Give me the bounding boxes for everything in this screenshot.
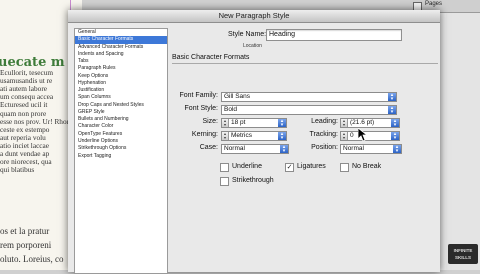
leading-label: Leading: [311,118,338,125]
category-item[interactable]: Basic Character Formats [75,36,167,44]
dialog-titlebar[interactable]: New Paragraph Style [68,10,440,23]
font-family-select[interactable]: Gill Sans ▴ ▾ [221,92,397,102]
new-paragraph-style-dialog: New Paragraph Style General Basic Charact… [68,10,440,274]
checkmark-icon: ✓ [286,164,293,171]
chevron-updown-icon: ▴ ▾ [388,93,396,102]
up-down-stepper-icon[interactable]: ▴ ▾ [222,119,229,127]
category-list[interactable]: General Basic Character Formats Advanced C… [74,28,168,274]
watermark-line-2: SKILLS [454,255,471,260]
watermark-line-1: INFINITE [453,248,473,253]
position-select[interactable]: Normal ▴ ▾ [340,144,402,154]
kerning-input[interactable]: ▴ ▾ Metrics ▴ ▾ [221,131,287,141]
chevron-updown-icon[interactable]: ▴ ▾ [278,132,286,141]
no-break-checkbox[interactable] [340,163,349,172]
right-background [446,0,480,270]
location-label: Location [243,43,262,49]
font-style-label: Font Style: [184,105,218,112]
chevron-updown-icon: ▴ ▾ [393,145,401,154]
document-text-line: rem porporeni [0,240,52,250]
chevron-updown-icon[interactable]: ▴ ▾ [278,119,286,128]
category-item[interactable]: Hyphenation [75,80,167,87]
leading-input[interactable]: ▴ ▾ (21.6 pt) ▴ ▾ [340,118,400,128]
case-select[interactable]: Normal ▴ ▾ [221,144,289,154]
category-item[interactable]: Paragraph Rules [75,65,167,72]
document-text-line: oluto. Loreius, co [0,254,64,264]
category-item[interactable]: Tabs [75,58,167,65]
ligatures-checkbox[interactable]: ✓ [285,163,294,172]
case-value: Normal [224,145,245,152]
tracking-value: 0 [350,132,354,139]
chevron-updown-icon[interactable]: ▴ ▾ [391,132,399,141]
no-break-label: No Break [352,163,382,170]
pages-panel-label[interactable]: Pages [425,1,442,7]
watermark-logo: INFINITE SKILLS [448,244,478,264]
font-family-label: Font Family: [179,92,218,99]
chevron-updown-icon: ▴ ▾ [388,106,396,115]
kerning-label: Kerning: [191,131,218,138]
category-item[interactable]: Underline Options [75,138,167,145]
underline-label: Underline [232,163,262,170]
category-item[interactable]: OpenType Features [75,131,167,138]
size-label: Size: [202,118,218,125]
font-style-value: Bold [224,106,238,113]
category-item[interactable]: Span Columns [75,94,167,101]
up-down-stepper-icon[interactable]: ▴ ▾ [341,119,348,127]
category-item[interactable]: Drop Caps and Nested Styles [75,102,167,109]
category-item[interactable]: Justification [75,87,167,94]
section-divider [172,63,438,64]
mouse-pointer-icon [358,128,368,142]
up-down-stepper-icon[interactable]: ▴ ▾ [222,132,229,140]
category-item[interactable]: Advanced Character Formats [75,44,167,51]
position-label: Position: [311,144,338,151]
dialog-title: New Paragraph Style [218,11,290,20]
section-title: Basic Character Formats [172,54,250,61]
document-text-line: qui blatibus [0,165,35,175]
size-value: 18 pt [231,119,246,126]
ligatures-label: Ligatures [297,163,326,170]
up-down-stepper-icon[interactable]: ▴ ▾ [341,132,348,140]
chevron-updown-icon: ▴ ▾ [280,145,288,154]
underline-checkbox[interactable] [220,163,229,172]
style-name-label: Style Name: [228,31,267,38]
position-value: Normal [343,145,364,152]
tracking-input[interactable]: ▴ ▾ 0 ▴ ▾ [340,131,400,141]
leading-value: (21.6 pt) [350,119,375,126]
category-item[interactable]: GREP Style [75,109,167,116]
style-name-input[interactable]: Heading [266,29,402,41]
category-item[interactable]: General [75,29,167,36]
strikethrough-checkbox[interactable] [220,177,229,186]
tracking-label: Tracking: [309,131,338,138]
category-item[interactable]: Indents and Spacing [75,51,167,58]
category-item[interactable]: Bullets and Numbering [75,116,167,123]
category-item[interactable]: Strikethrough Options [75,145,167,152]
case-label: Case: [199,144,218,151]
chevron-updown-icon[interactable]: ▴ ▾ [391,119,399,128]
size-input[interactable]: ▴ ▾ 18 pt ▴ ▾ [221,118,287,128]
kerning-value: Metrics [231,132,252,139]
strikethrough-label: Strikethrough [232,177,274,184]
document-text-line: os et la pratur [0,226,50,236]
category-item[interactable]: Keep Options [75,73,167,80]
font-style-select[interactable]: Bold ▴ ▾ [221,105,397,115]
category-item[interactable]: Export Tagging [75,153,167,160]
font-family-value: Gill Sans [224,93,251,100]
category-item[interactable]: Character Color [75,123,167,130]
